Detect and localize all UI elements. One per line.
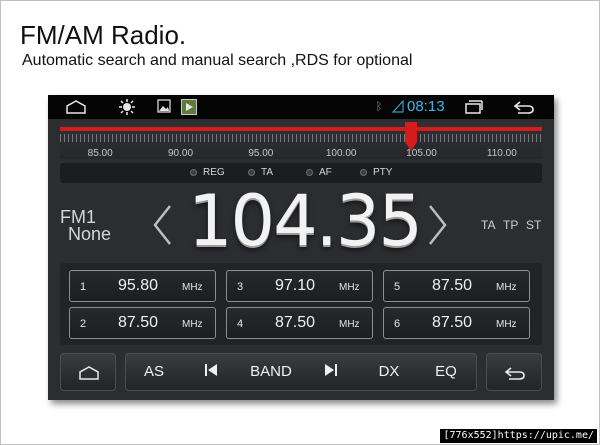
page-headline: FM/AM Radio.: [20, 20, 187, 50]
band-button[interactable]: BAND: [241, 354, 301, 390]
radio-control-bar: AS BAND DX EQ: [125, 353, 477, 391]
chevron-right-icon[interactable]: [426, 203, 450, 247]
seek-back-button[interactable]: [186, 354, 236, 390]
status-bar: ᛒ 08:13: [48, 95, 554, 119]
flag-reg[interactable]: REG: [190, 166, 225, 180]
preset-panel: 1 95.80 MHz 3 97.10 MHz 5 87.50 MHz 2 87.50 MHz …: [60, 263, 542, 345]
scale-label: 95.00: [248, 148, 274, 159]
clock-time: 08:13: [407, 98, 445, 115]
back-icon: [504, 367, 525, 380]
tuner-scale[interactable]: 85.00 90.00 95.00 100.00 105.00 110.00: [60, 122, 542, 159]
dx-button[interactable]: DX: [361, 354, 417, 390]
skip-previous-icon: [205, 364, 217, 376]
scale-ticks: [60, 134, 542, 142]
preset-1[interactable]: 1 95.80 MHz: [69, 270, 216, 302]
brightness-icon[interactable]: [118, 99, 136, 115]
rds-st: ST: [526, 218, 542, 232]
chevron-left-icon[interactable]: [150, 203, 174, 247]
tuning-needle[interactable]: [404, 122, 418, 152]
home-button[interactable]: [60, 353, 116, 391]
flag-af[interactable]: AF: [306, 166, 332, 180]
page-subline: Automatic search and manual search ,RDS …: [22, 52, 413, 69]
seek-forward-button[interactable]: [306, 354, 356, 390]
signal-icon: [391, 99, 404, 115]
rds-ta: TA: [481, 218, 496, 232]
frequency-display: 104.35: [188, 180, 423, 262]
scale-label: 110.00: [486, 148, 517, 159]
auto-search-button[interactable]: AS: [126, 354, 182, 390]
scale-red-line: [60, 127, 542, 131]
radio-screen: ᛒ 08:13 85.00 90.00 95.00 100.00 105.00 110.0…: [48, 95, 554, 400]
scale-label: 85.00: [87, 148, 113, 159]
back-icon[interactable]: [512, 99, 536, 115]
preset-6[interactable]: 6 87.50 MHz: [383, 307, 530, 339]
flag-pty[interactable]: PTY: [360, 166, 392, 180]
home-outline-icon[interactable]: [64, 99, 88, 115]
flag-ta[interactable]: TA: [248, 166, 273, 180]
rds-tp: TP: [503, 218, 519, 232]
skip-next-icon: [325, 364, 337, 376]
preset-2[interactable]: 2 87.50 MHz: [69, 307, 216, 339]
media-player-icon[interactable]: [180, 99, 198, 115]
home-outline-icon: [79, 366, 99, 380]
gallery-icon[interactable]: [156, 99, 172, 115]
eq-button[interactable]: EQ: [418, 354, 474, 390]
preset-4[interactable]: 4 87.50 MHz: [226, 307, 373, 339]
preset-5[interactable]: 5 87.50 MHz: [383, 270, 530, 302]
preset-3[interactable]: 3 97.10 MHz: [226, 270, 373, 302]
watermark: [776x552]https://upic.me/: [440, 429, 597, 443]
station-name: None: [68, 224, 112, 244]
recent-apps-icon[interactable]: [462, 99, 484, 115]
return-button[interactable]: [486, 353, 542, 391]
scale-label: 90.00: [167, 148, 194, 159]
scale-label: 100.00: [325, 148, 357, 159]
bluetooth-icon: ᛒ: [375, 100, 383, 113]
